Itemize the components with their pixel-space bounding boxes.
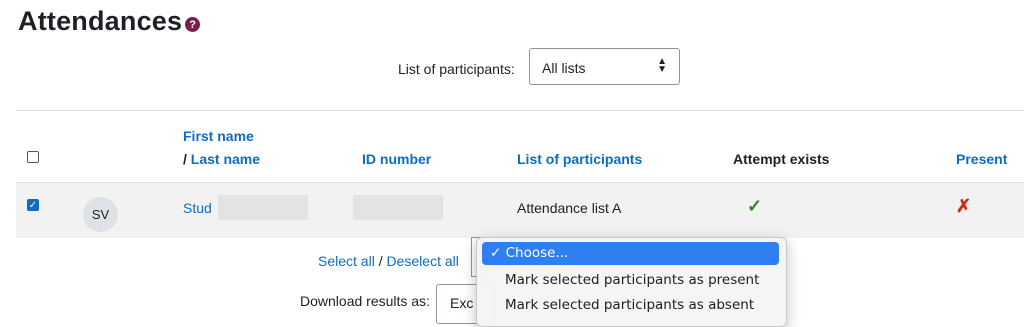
participant-list-filter: List of participants: All lists ▲ ▼ [0, 48, 1024, 88]
select-all-checkbox[interactable] [27, 151, 39, 163]
participant-list-select[interactable]: All lists ▲ ▼ [529, 48, 680, 85]
download-label: Download results as: [300, 293, 430, 309]
last-name-sort-link[interactable]: Last name [191, 151, 260, 167]
page-title: Attendances ? [18, 6, 201, 37]
select-all-link[interactable]: Select all [318, 253, 375, 269]
sort-arrows-icon: ▲ ▼ [657, 56, 667, 75]
redacted-name [218, 195, 308, 220]
table-top-divider [16, 110, 1024, 111]
participant-list-cell: Attendance list A [517, 200, 622, 216]
column-header-first-name[interactable]: First name [183, 128, 254, 144]
row-checkbox[interactable]: ✓ [27, 199, 39, 211]
cross-icon: ✗ [956, 196, 972, 216]
participant-list-select-value: All lists [542, 60, 586, 76]
bulk-select-links: Select all / Deselect all [318, 253, 459, 269]
dropdown-option-mark-present[interactable]: Mark selected participants as present [482, 269, 779, 292]
column-header-id-number[interactable]: ID number [362, 151, 431, 167]
avatar: SV [83, 197, 118, 232]
dropdown-option-mark-absent[interactable]: Mark selected participants as absent [482, 294, 779, 317]
checkmark-icon: ✓ [747, 196, 763, 216]
download-format-value: Exc [450, 295, 474, 311]
participant-list-filter-label: List of participants: [398, 61, 515, 77]
dropdown-option-choose[interactable]: ✓ Choose... [482, 242, 779, 265]
deselect-all-link[interactable]: Deselect all [386, 253, 458, 269]
column-header-list-of-participants[interactable]: List of participants [517, 151, 642, 167]
column-header-attempt-exists: Attempt exists [733, 151, 830, 167]
avatar-initials: SV [91, 207, 110, 222]
redacted-id-number [353, 195, 443, 220]
bulk-separator: / [378, 253, 383, 269]
first-name-sort-link[interactable]: First name [183, 128, 254, 144]
participant-name-link[interactable]: Stud [183, 200, 212, 216]
column-header-last-name: / Last name [183, 151, 260, 167]
page-title-text: Attendances [18, 6, 183, 36]
bulk-action-dropdown-menu: ✓ Choose... Mark selected participants a… [476, 237, 787, 327]
column-header-present[interactable]: Present [956, 151, 1007, 167]
header-separator: / [183, 151, 191, 167]
question-circle-icon[interactable]: ? [185, 17, 201, 32]
